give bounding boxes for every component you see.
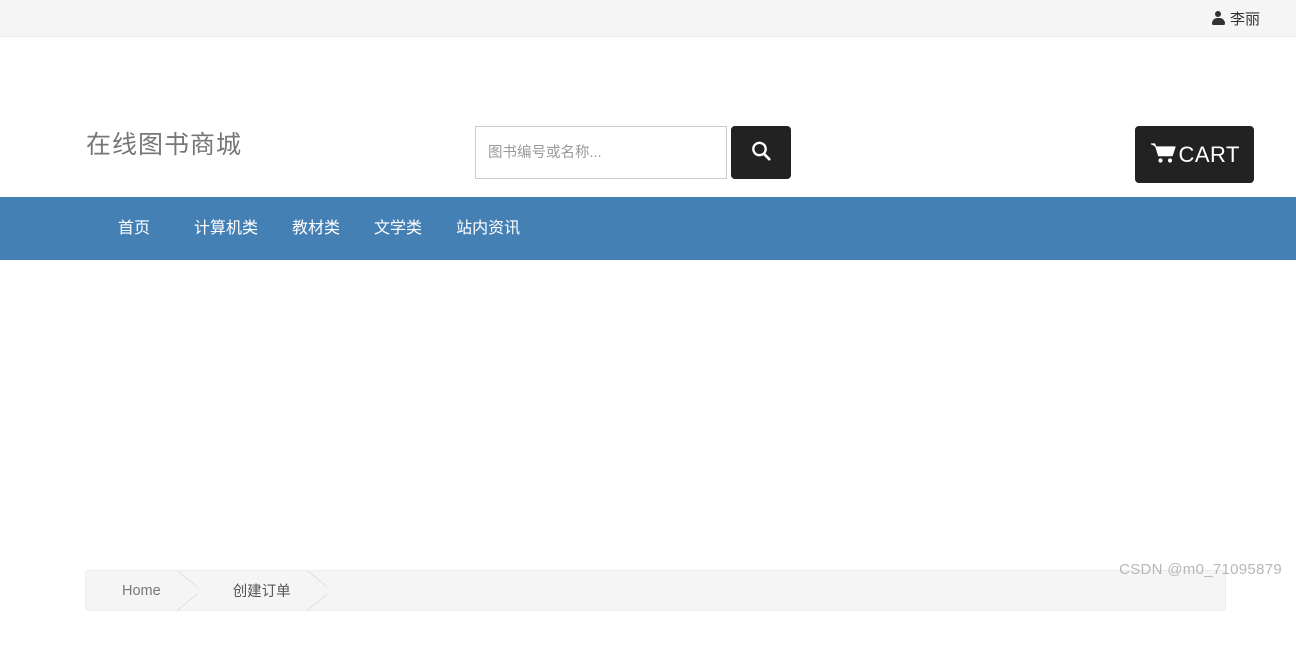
cart-button[interactable]: CART xyxy=(1134,126,1254,183)
shopping-cart-icon xyxy=(1149,141,1177,168)
nav-item-literature[interactable]: 文学类 xyxy=(357,197,439,260)
user-account-link[interactable]: 李丽 xyxy=(1211,8,1260,29)
search-button[interactable] xyxy=(731,126,791,179)
nav-item-news[interactable]: 站内资讯 xyxy=(439,197,537,260)
breadcrumb-item-home[interactable]: Home xyxy=(86,571,179,610)
nav-item-home[interactable]: 首页 xyxy=(118,197,177,260)
nav-item-computer[interactable]: 计算机类 xyxy=(177,197,275,260)
search-bar xyxy=(475,126,791,179)
top-utility-bar: 李丽 xyxy=(0,0,1296,37)
site-header: 在线图书商城 CART xyxy=(0,37,1296,197)
site-title: 在线图书商城 xyxy=(86,131,243,159)
watermark: CSDN @m0_71095879 xyxy=(1119,561,1282,578)
search-icon xyxy=(749,139,773,166)
user-icon xyxy=(1211,10,1225,26)
main-content: Home 创建订单 订单金额:478.0元 ◉ 瑞源优享公寓5号楼 姓名: 李丽… xyxy=(0,260,1296,611)
nav-item-textbook[interactable]: 教材类 xyxy=(275,197,357,260)
search-input[interactable] xyxy=(475,126,727,179)
breadcrumb: Home 创建订单 xyxy=(85,570,1226,611)
username-label: 李丽 xyxy=(1229,10,1260,28)
main-navigation: 首页 计算机类 教材类 文学类 站内资讯 xyxy=(0,197,1296,260)
chevron-right-icon xyxy=(175,571,197,610)
cart-label: CART xyxy=(1178,141,1240,167)
breadcrumb-item-create-order: 创建订单 xyxy=(232,584,291,600)
chevron-right-icon xyxy=(305,571,327,610)
